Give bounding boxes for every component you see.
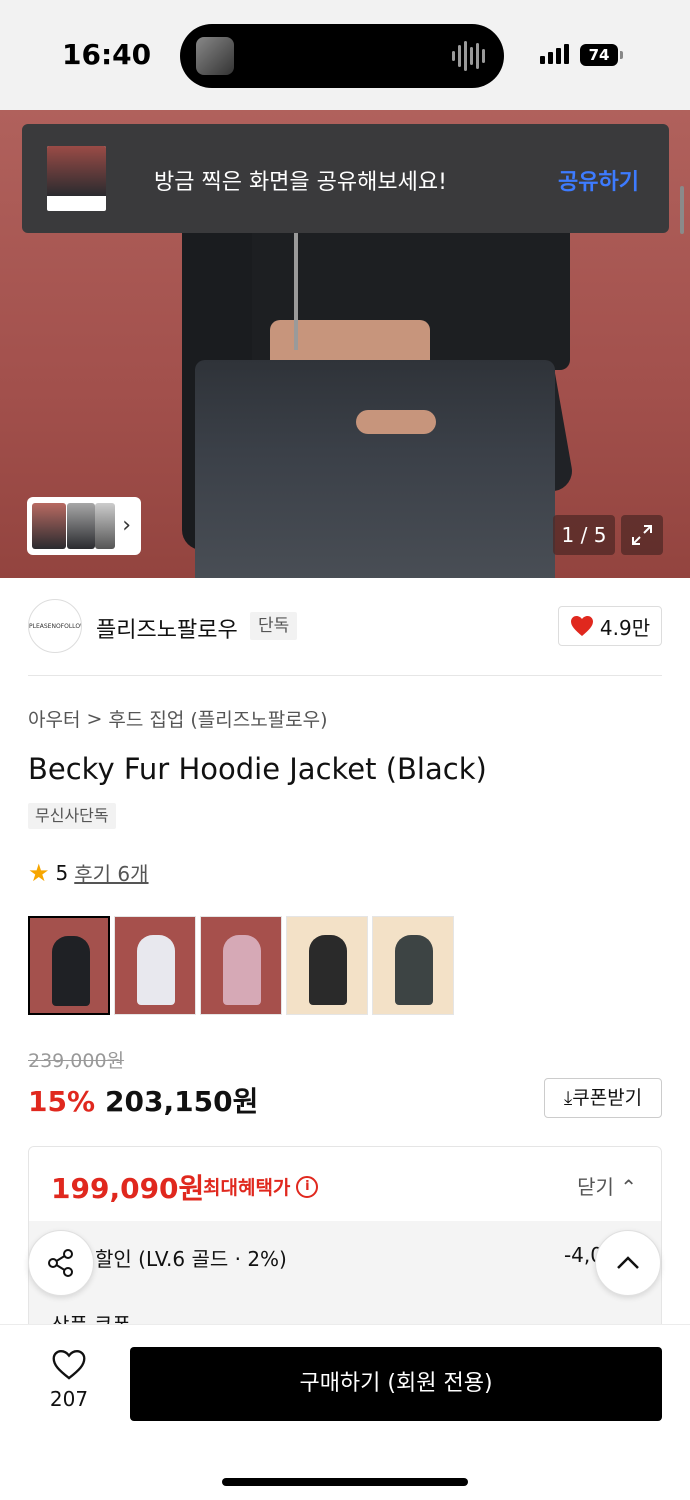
heart-icon — [52, 1350, 86, 1380]
benefit-collapse-button[interactable]: 닫기 ⌃ — [577, 1171, 637, 1200]
discount-rate: 15% — [28, 1085, 96, 1118]
image-jeans — [195, 360, 555, 578]
sale-price: 203,150원 — [105, 1085, 259, 1118]
battery-tip — [620, 51, 623, 59]
scroll-to-top-button[interactable] — [595, 1230, 661, 1296]
max-benefit-price: 199,090원 — [51, 1172, 205, 1205]
expand-icon[interactable] — [621, 515, 663, 555]
image-zipper — [294, 230, 298, 350]
share-toast: 방금 찍은 화면을 공유해보세요! 공유하기 — [22, 124, 669, 233]
product-title: Becky Fur Hoodie Jacket (Black) — [28, 752, 487, 786]
brand-like-count: 4.9만 — [599, 615, 651, 640]
brand-like-button[interactable]: 4.9만 — [558, 606, 662, 646]
strip-thumb — [95, 503, 115, 549]
brand-logo[interactable]: PLEASENOFOLLOW — [28, 599, 82, 653]
color-variant-thumb[interactable] — [200, 916, 282, 1015]
home-indicator[interactable] — [222, 1478, 468, 1486]
max-benefit-panel: 199,090원 최대혜택가 i 닫기 ⌃ 할인 (LV.6 골드 · 2%) … — [28, 1146, 662, 1346]
star-icon: ★ — [28, 858, 50, 887]
color-variant-thumb[interactable] — [372, 916, 454, 1015]
strip-thumb — [32, 503, 66, 549]
color-variant-thumb[interactable] — [286, 916, 368, 1015]
share-icon — [48, 1249, 73, 1277]
max-benefit-label-text: 최대혜택가 — [203, 1177, 291, 1199]
rating-value: 5 — [55, 860, 69, 885]
price-row: 15% 203,150원 — [28, 1080, 258, 1120]
buy-button[interactable]: 구매하기 (회원 전용) — [130, 1347, 662, 1421]
breadcrumb-subcategory[interactable]: 후드 집업 (플리즈노팔로우) — [108, 705, 327, 732]
wishlist-count: 207 — [49, 1387, 89, 1411]
brand-row: PLEASENOFOLLOW 플리즈노팔로우 단독 4.9만 — [28, 598, 662, 676]
signal-icon — [540, 44, 569, 64]
exclusive-badge: 단독 — [250, 612, 298, 640]
dynamic-island — [180, 24, 504, 88]
info-icon[interactable]: i — [296, 1175, 319, 1198]
breadcrumb-separator: > — [86, 707, 103, 730]
screenshot-thumbnail[interactable] — [47, 146, 106, 211]
scrollbar[interactable] — [680, 186, 684, 234]
chevron-right-icon: › — [122, 513, 131, 538]
collapse-label: 닫기 — [577, 1175, 614, 1199]
coupon-download-button[interactable]: ⤓쿠폰받기 — [544, 1078, 662, 1118]
review-link[interactable]: 후기 6개 — [74, 858, 148, 887]
wishlist-button[interactable]: 207 — [38, 1349, 100, 1419]
coupon-button-label: 쿠폰받기 — [572, 1087, 643, 1109]
breadcrumb: 아우터 > 후드 집업 (플리즈노팔로우) — [28, 705, 328, 732]
musinsa-exclusive-tag: 무신사단독 — [28, 803, 116, 829]
rating-row: ★ 5 후기 6개 — [28, 858, 149, 887]
image-counter: 1 / 5 — [553, 515, 615, 555]
chevron-up-icon — [617, 1256, 639, 1269]
image-thumbnail-strip[interactable]: › — [27, 497, 141, 555]
chevron-up-icon: ⌃ — [620, 1175, 637, 1199]
color-variant-thumb[interactable] — [114, 916, 196, 1015]
status-bar: 16:40 74 — [0, 0, 690, 110]
original-price: 239,000원 — [28, 1050, 125, 1072]
image-hand — [356, 410, 436, 434]
member-discount-label: 할인 (LV.6 골드 · 2%) — [95, 1247, 287, 1271]
color-variant-list — [28, 916, 454, 1015]
battery-icon: 74 — [580, 44, 618, 66]
status-time: 16:40 — [62, 38, 152, 71]
share-action-button[interactable]: 공유하기 — [558, 164, 639, 196]
color-variant-thumb[interactable] — [28, 916, 110, 1015]
max-benefit-label: 최대혜택가 i — [203, 1173, 319, 1200]
bottom-action-bar: 207 구매하기 (회원 전용) — [0, 1324, 690, 1500]
benefit-header[interactable]: 199,090원 최대혜택가 i 닫기 ⌃ — [29, 1147, 661, 1221]
audio-wave-icon — [452, 39, 486, 73]
breadcrumb-category[interactable]: 아우터 — [28, 705, 80, 732]
share-button[interactable] — [28, 1230, 94, 1296]
strip-thumb — [67, 503, 95, 549]
download-icon: ⤓ — [563, 1087, 573, 1109]
brand-name[interactable]: 플리즈노팔로우 — [96, 612, 238, 644]
toast-message: 방금 찍은 화면을 공유해보세요! — [154, 170, 447, 195]
now-playing-thumbnail — [196, 37, 234, 75]
heart-icon — [570, 616, 593, 636]
